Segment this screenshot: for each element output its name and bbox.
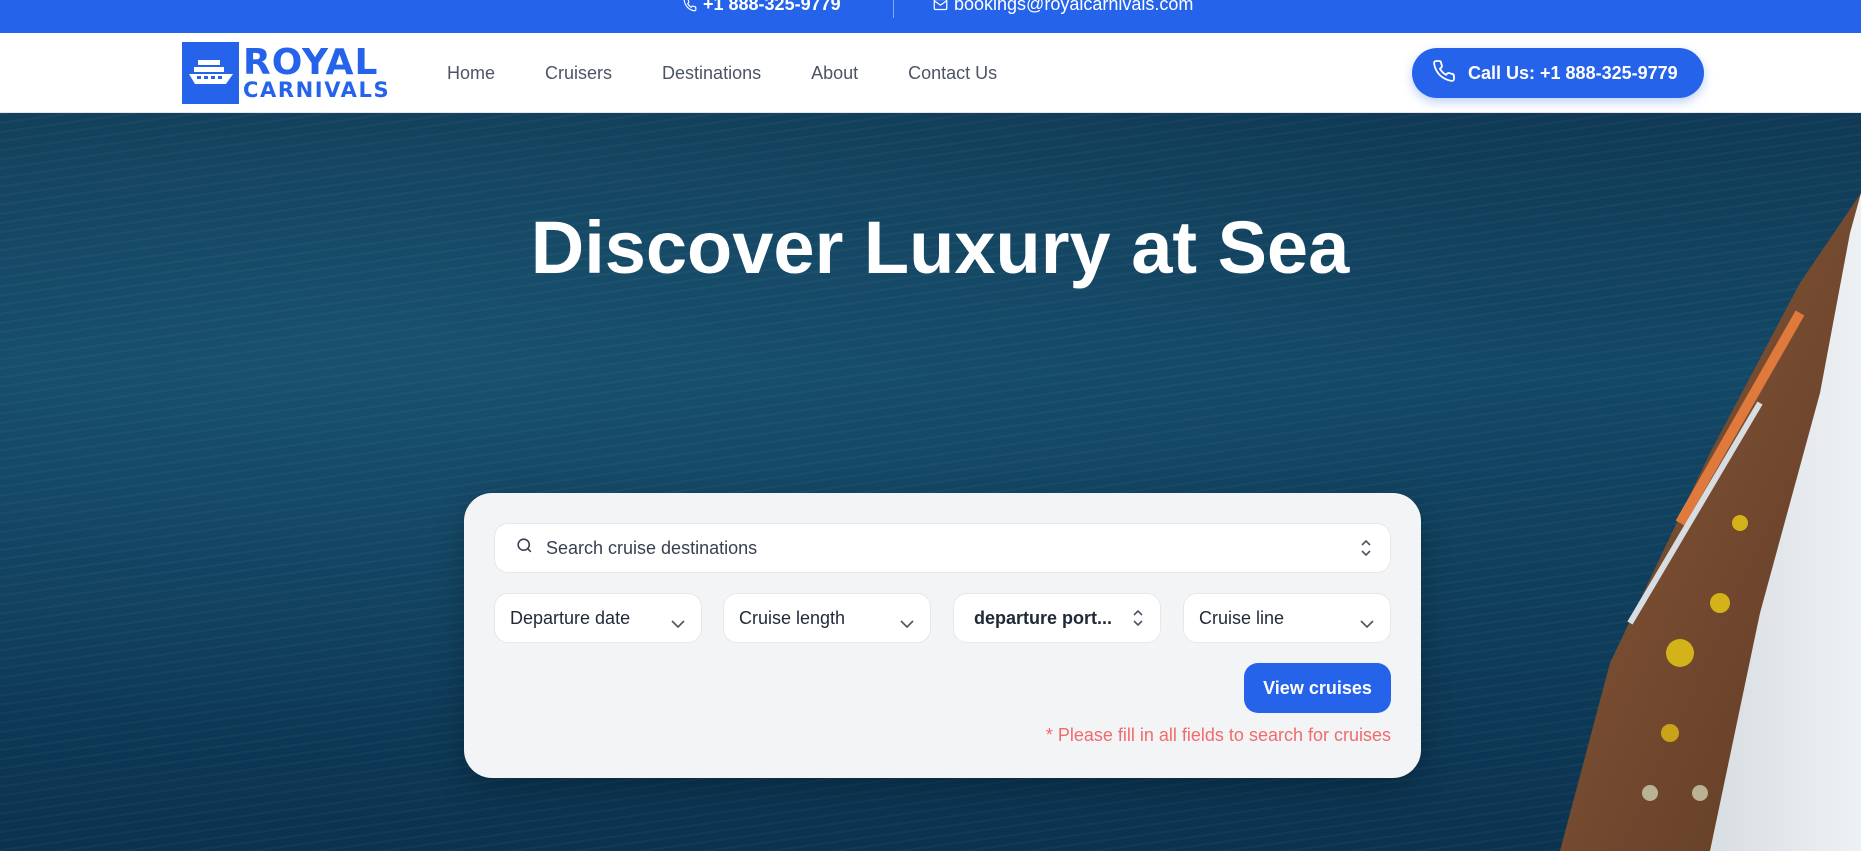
search-placeholder: Search cruise destinations [546, 537, 758, 558]
search-filters: Departure date Cruise length departure p… [494, 593, 1391, 643]
cruise-search-card: Search cruise destinations Departure dat… [464, 493, 1421, 778]
chevron-down-icon [1360, 613, 1374, 634]
chevron-down-icon [671, 613, 685, 634]
brand-line-2: CARNIVALS [243, 78, 391, 102]
departure-date-label: Departure date [510, 607, 631, 628]
brand-logo[interactable]: ROYAL CARNIVALS [182, 42, 405, 104]
cruise-length-select[interactable]: Cruise length [723, 593, 931, 643]
nav-link-cruisers[interactable]: Cruisers [545, 63, 612, 84]
departure-port-label: departure port... [974, 607, 1113, 628]
nav-link-contact[interactable]: Contact Us [908, 63, 997, 84]
cruise-line-label: Cruise line [1199, 607, 1285, 628]
topbar-email-text: bookings@royalcarnivals.com [954, 0, 1194, 14]
topbar-email[interactable]: bookings@royalcarnivals.com [933, 0, 1193, 15]
top-info-bar: +1 888-325-9779 bookings@royalcarnivals.… [0, 0, 1861, 33]
nav-link-home[interactable]: Home [447, 63, 495, 84]
view-cruises-button[interactable]: View cruises [1244, 663, 1391, 713]
cruise-length-label: Cruise length [739, 607, 846, 628]
departure-date-select[interactable]: Departure date [494, 593, 702, 643]
ship-icon [182, 42, 239, 104]
nav-link-about[interactable]: About [811, 63, 858, 84]
validation-warning: * Please fill in all fields to search fo… [1045, 725, 1391, 745]
call-us-label: Call Us: +1 888-325-9779 [1468, 62, 1678, 83]
chevron-updown-icon[interactable] [1360, 539, 1372, 562]
cruise-line-select[interactable]: Cruise line [1183, 593, 1391, 643]
mail-icon [933, 0, 948, 11]
brand-line-1: ROYAL [243, 42, 379, 83]
topbar-divider [893, 0, 894, 18]
chevron-down-icon [900, 613, 914, 634]
phone-icon [1432, 59, 1456, 88]
departure-port-select[interactable]: departure port... [953, 593, 1161, 643]
nav-links: Home Cruisers Destinations About Contact… [447, 33, 997, 113]
main-navbar: ROYAL CARNIVALS Home Cruisers Destinatio… [0, 33, 1861, 113]
hero-title: Discover Luxury at Sea [530, 206, 1350, 289]
cruise-ship-image [1560, 193, 1861, 851]
chevron-updown-icon [1132, 609, 1144, 632]
nav-link-destinations[interactable]: Destinations [662, 63, 761, 84]
call-us-button[interactable]: Call Us: +1 888-325-9779 [1412, 48, 1704, 98]
brand-wordmark: ROYAL CARNIVALS [243, 45, 390, 101]
search-icon [515, 536, 534, 560]
topbar-phone-text: +1 888-325-9779 [703, 0, 841, 14]
phone-icon [683, 0, 697, 12]
topbar-phone[interactable]: +1 888-325-9779 [683, 0, 841, 15]
destination-search-input[interactable]: Search cruise destinations [494, 523, 1391, 573]
